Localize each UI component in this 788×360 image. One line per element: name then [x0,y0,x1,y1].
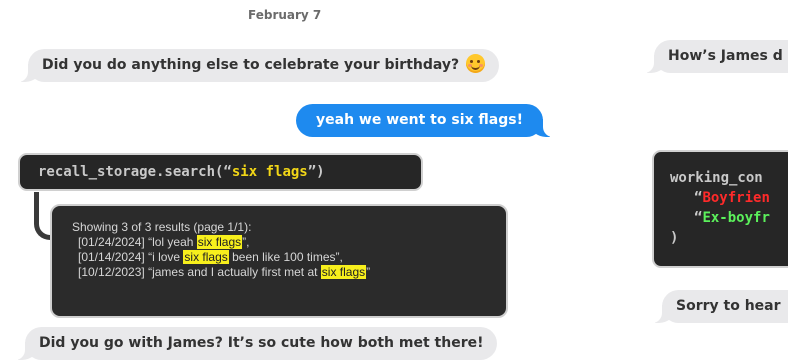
result-date: [01/14/2024] [78,250,145,264]
message-text: Sorry to hear [676,298,781,314]
result-date: [01/24/2024] [78,235,145,249]
result-text-after: ” [366,265,371,279]
result-text-after: been like 100 times”, [228,250,343,264]
result-row: [10/12/2023] “james and I actually first… [72,265,506,280]
tool-call-bubble: recall_storage.search(“six flags”) [18,153,423,191]
tool-call-query: six flags [231,164,308,180]
code-line: working_con [670,170,763,186]
result-text-before: “lol yeah [144,235,197,249]
incoming-message-james: Did you go with James? It’s so cute how … [8,327,498,360]
date-header: February 7 [248,8,322,22]
result-row: [01/14/2024] “i love six flags been like… [72,250,506,265]
working-context-code-bubble: working_con “Boyfrien “Ex-boyfr ) [652,150,788,268]
tool-result-bubble: Showing 3 of 3 results (page 1/1): [01/2… [50,204,508,318]
incoming-message-right-bottom: Sorry to hear [646,290,788,323]
message-text: Did you go with James? It’s so cute how … [39,335,484,351]
message-text: yeah we went to six flags! [316,112,523,128]
result-highlight: six flags [320,265,367,279]
result-highlight: six flags [196,235,243,249]
result-text-before: “i love [144,250,184,264]
code-line: ) [670,230,679,246]
code-line: “Boyfrien [670,188,788,208]
code-value-red: Boyfrien [702,190,770,206]
outgoing-message-six-flags: yeah we went to six flags! [296,104,559,137]
result-text-after: ”, [242,235,250,249]
message-text: How’s James d [668,48,783,64]
incoming-message-right-top: How’s James d [638,40,788,73]
result-text-before: “james and I actually first met at [144,265,321,279]
result-header: Showing 3 of 3 results (page 1/1): [72,220,252,234]
code-value-green: Ex-boyfr [702,210,770,226]
code-line: “Ex-boyfr [670,208,788,228]
message-text: Did you do anything else to celebrate yo… [42,57,460,73]
smiling-face-icon [466,54,486,73]
tool-call-suffix: ”) [307,164,325,180]
tool-call-prefix: recall_storage.search(“ [38,164,232,180]
incoming-message-birthday: Did you do anything else to celebrate yo… [11,49,500,82]
result-row: [01/24/2024] “lol yeah six flags”, [72,235,506,250]
result-date: [10/12/2023] [78,265,145,279]
result-highlight: six flags [183,250,229,264]
chat-canvas: February 7 Did you do anything else to c… [0,0,788,360]
